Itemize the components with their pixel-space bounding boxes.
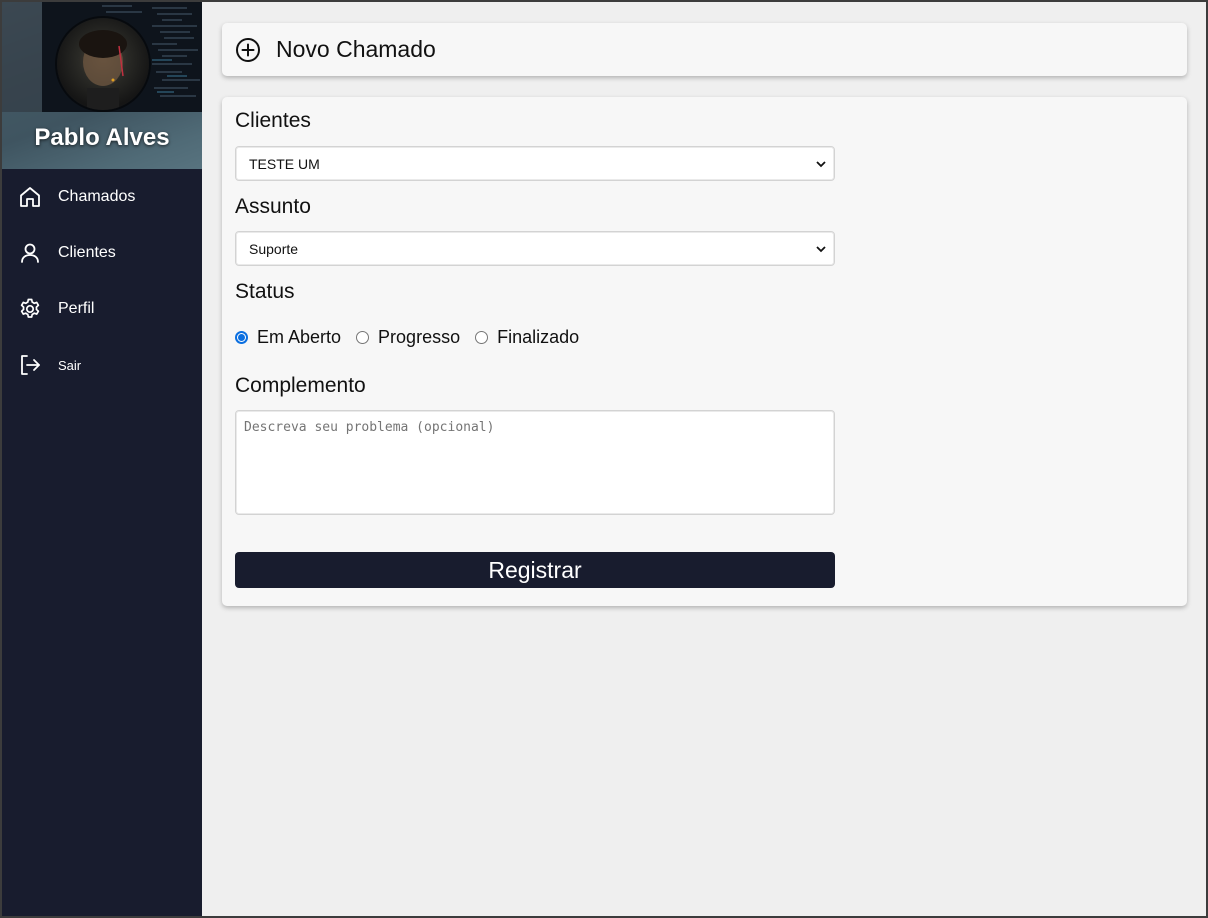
sidebar-item-label: Sair (58, 357, 82, 373)
avatar[interactable] (57, 18, 149, 110)
status-radio-group: Em Aberto Progresso Finalizado (235, 322, 1174, 352)
sidebar-item-perfil[interactable]: Perfil (2, 281, 202, 337)
radio-button[interactable] (475, 330, 489, 344)
app-window: Pablo Alves Chamados Clientes Perfil Sai… (0, 0, 1208, 918)
clientes-select-value: TESTE UM (249, 155, 320, 172)
plus-circle-icon (235, 37, 261, 63)
status-option-em-aberto[interactable]: Em Aberto (235, 327, 341, 348)
user-icon (18, 241, 42, 265)
page-header: Novo Chamado (222, 23, 1187, 76)
status-label: Status (235, 280, 295, 303)
complemento-label: Complemento (235, 374, 366, 397)
gear-icon (18, 297, 42, 321)
assunto-label: Assunto (235, 195, 311, 218)
clientes-select[interactable]: TESTE UM (235, 146, 835, 181)
sidebar-item-label: Clientes (58, 244, 116, 261)
complemento-textarea[interactable]: Descreva seu problema (opcional) (235, 410, 835, 515)
assunto-select-value: Suporte (249, 240, 299, 257)
profile-banner: Pablo Alves (2, 2, 202, 169)
status-option-progresso[interactable]: Progresso (356, 327, 460, 348)
sidebar-item-label: Perfil (58, 300, 95, 317)
avatar-photo (79, 30, 127, 110)
sidebar-item-chamados[interactable]: Chamados (2, 169, 202, 225)
radio-label: Progresso (378, 326, 461, 347)
assunto-select[interactable]: Suporte (235, 231, 835, 266)
radio-button[interactable] (235, 330, 248, 344)
sidebar: Pablo Alves Chamados Clientes Perfil Sai… (2, 2, 202, 916)
chevron-down-icon (816, 245, 826, 252)
clientes-label: Clientes (235, 109, 311, 132)
sidebar-item-label: Chamados (58, 188, 136, 205)
home-icon (18, 185, 42, 209)
status-option-finalizado[interactable]: Finalizado (475, 327, 579, 348)
radio-button[interactable] (356, 330, 370, 344)
sidebar-item-sair[interactable]: Sair (2, 337, 202, 393)
sidebar-item-clientes[interactable]: Clientes (2, 225, 202, 281)
chevron-down-icon (816, 160, 826, 167)
radio-label: Em Aberto (257, 326, 342, 347)
new-ticket-form: Clientes TESTE UM Assunto Suporte Status… (222, 97, 1187, 606)
radio-label: Finalizado (497, 326, 580, 347)
logout-icon (18, 353, 42, 377)
registrar-button[interactable]: Registrar (235, 552, 835, 588)
sidebar-nav: Chamados Clientes Perfil Sair (2, 169, 202, 393)
page-title: Novo Chamado (276, 36, 436, 62)
user-name: Pablo Alves (34, 124, 170, 151)
